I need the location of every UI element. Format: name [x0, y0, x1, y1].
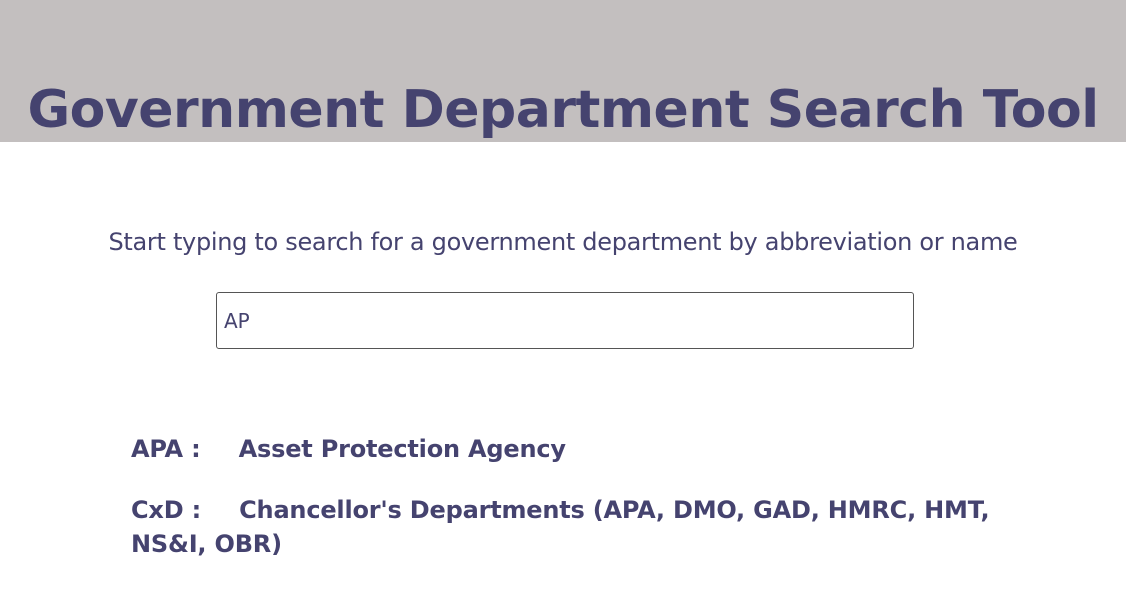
result-name: Chancellor's Departments (APA, DMO, GAD,…	[131, 496, 990, 558]
results-list: APA : Asset Protection Agency CxD : Chan…	[131, 432, 1001, 588]
result-abbreviation: CxD	[131, 496, 184, 524]
result-separator: :	[183, 496, 202, 524]
search-input[interactable]	[216, 292, 914, 349]
search-instructions: Start typing to search for a government …	[108, 228, 1018, 256]
result-abbreviation: APA	[131, 435, 183, 463]
result-name: Asset Protection Agency	[238, 435, 566, 463]
result-separator: :	[182, 435, 201, 463]
list-item[interactable]: CxD : Chancellor's Departments (APA, DMO…	[131, 493, 1001, 561]
list-item[interactable]: APA : Asset Protection Agency	[131, 432, 1001, 466]
page-title: Government Department Search Tool	[27, 80, 1099, 140]
